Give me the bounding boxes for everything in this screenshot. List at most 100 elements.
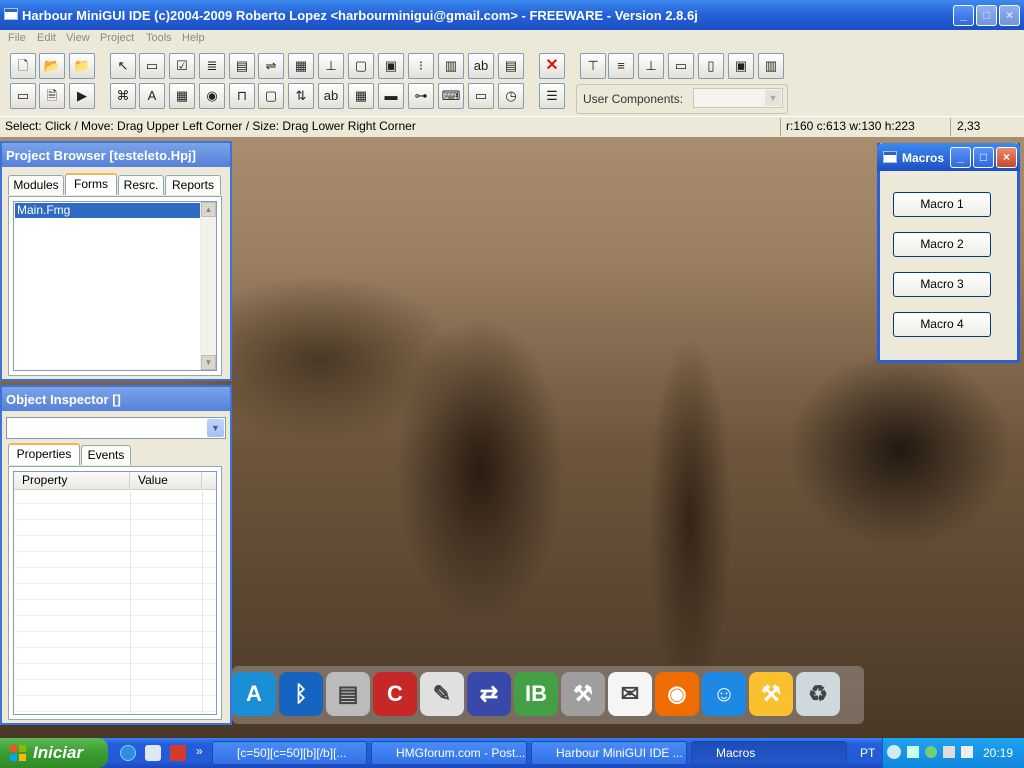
calendar-control-icon[interactable]: ▦ [348, 83, 374, 109]
font-icon[interactable]: A [139, 83, 165, 109]
mail-icon[interactable]: ✉ [608, 672, 652, 716]
quicklaunch-chevron[interactable]: » [196, 744, 203, 758]
macro-1-button[interactable]: Macro 1 [893, 192, 991, 217]
chevron-down-icon[interactable]: ▼ [207, 419, 224, 437]
grid-control-icon[interactable]: ▦ [288, 53, 314, 79]
textbox-control-icon[interactable]: ab [468, 53, 494, 79]
column-header-property[interactable]: Property [14, 472, 130, 488]
close-button[interactable]: × [996, 147, 1017, 168]
tab-properties[interactable]: Properties [8, 443, 80, 465]
firefox-icon[interactable]: ◉ [655, 672, 699, 716]
hotkey-control-icon[interactable]: ⌨ [438, 83, 464, 109]
edit-label-icon[interactable]: ab [318, 83, 344, 109]
forms-list-scrollbar[interactable]: ▲ ▼ [200, 202, 216, 370]
project-icon[interactable]: ⌘ [110, 83, 136, 109]
recycle-bin-icon[interactable]: ♻ [796, 672, 840, 716]
menu-view[interactable]: View [66, 32, 90, 44]
tab-events[interactable]: Events [81, 445, 131, 465]
progress-control-icon[interactable]: ▬ [378, 83, 404, 109]
tray-expand-icon[interactable] [887, 745, 901, 759]
menu-file[interactable]: File [8, 32, 26, 44]
object-selector[interactable]: ▼ [6, 417, 226, 439]
open-project-icon[interactable]: 📁 [69, 53, 95, 79]
same-size-icon[interactable]: ▣ [728, 53, 754, 79]
taskbar-item-hmgforum[interactable]: HMGforum.com - Post... [371, 741, 527, 765]
align-bottom-icon[interactable]: ⊥ [638, 53, 664, 79]
checkbox-control-icon[interactable]: ☑ [169, 53, 195, 79]
chevron-down-icon[interactable]: ▼ [765, 90, 781, 106]
macro-3-button[interactable]: Macro 3 [893, 272, 991, 297]
scroll-up-icon[interactable]: ▲ [201, 202, 216, 217]
forms-list[interactable]: Main.Fmg ▲ ▼ [13, 201, 217, 371]
open-folder-icon[interactable]: 📂 [39, 53, 65, 79]
scroll-down-icon[interactable]: ▼ [201, 355, 216, 370]
user-components-combo[interactable]: ▼ [693, 88, 783, 108]
new-file-icon[interactable]: 🗋 [10, 53, 36, 79]
date-control-icon[interactable]: ⇌ [258, 53, 284, 79]
text-editor-icon[interactable]: ✎ [420, 672, 464, 716]
combo-control-icon[interactable]: ▤ [229, 53, 255, 79]
arch-linux-icon[interactable]: A [232, 672, 276, 716]
table-icon[interactable]: ▦ [169, 83, 195, 109]
panel-control-icon[interactable]: ▭ [468, 83, 494, 109]
desktop-icon[interactable] [145, 745, 161, 761]
frame-control-icon[interactable]: ▢ [348, 53, 374, 79]
delete-icon[interactable]: ✕ [539, 53, 565, 79]
volume-tray-icon[interactable] [943, 746, 955, 758]
language-indicator[interactable]: PT [860, 746, 875, 760]
messenger-tray-icon[interactable] [925, 746, 937, 758]
tab-control-icon[interactable]: ⊓ [229, 83, 255, 109]
ib-icon[interactable]: IB [514, 672, 558, 716]
image-control-icon[interactable]: ▣ [378, 53, 404, 79]
list-control-icon[interactable]: ≣ [199, 53, 225, 79]
list-order-icon[interactable]: ☰ [539, 83, 565, 109]
taskbar-item-forum-editor[interactable]: [c=50][c=50][b][/b][... [212, 741, 367, 765]
ccleaner-icon[interactable]: C [373, 672, 417, 716]
list-item[interactable]: Main.Fmg [15, 203, 201, 218]
slider-control-icon[interactable]: ⊶ [408, 83, 434, 109]
same-width-icon[interactable]: ▭ [668, 53, 694, 79]
menu-tools[interactable]: Tools [146, 32, 172, 44]
notepad-icon[interactable]: ▤ [326, 672, 370, 716]
taskbar-item-macros[interactable]: Macros [691, 741, 847, 765]
label-control-icon[interactable]: ⊥ [318, 53, 344, 79]
page-icon[interactable]: ▢ [258, 83, 284, 109]
minimize-button[interactable]: _ [950, 147, 971, 168]
align-center-icon[interactable]: ≡ [608, 53, 634, 79]
close-button[interactable]: × [999, 5, 1020, 26]
tab-reports[interactable]: Reports [165, 175, 221, 195]
device-tray-icon[interactable] [961, 746, 973, 758]
network-tray-icon[interactable] [907, 746, 919, 758]
app-quicklaunch-icon[interactable] [170, 745, 186, 761]
report-icon[interactable]: 🗎 [39, 83, 65, 109]
macro-2-button[interactable]: Macro 2 [893, 232, 991, 257]
menu-edit[interactable]: Edit [37, 32, 56, 44]
network-icon[interactable]: ⇄ [467, 672, 511, 716]
start-button[interactable]: Iniciar [0, 738, 108, 768]
button-control-icon[interactable]: ▭ [139, 53, 165, 79]
browse-control-icon[interactable]: ▥ [438, 53, 464, 79]
menu-help[interactable]: Help [182, 32, 205, 44]
hammer-icon[interactable]: ⚒ [749, 672, 793, 716]
property-grid[interactable]: Property Value [13, 471, 217, 715]
radio-control-icon[interactable]: ◉ [199, 83, 225, 109]
timer-control-icon[interactable]: ◷ [498, 83, 524, 109]
align-top-icon[interactable]: ⊤ [580, 53, 606, 79]
tree-control-icon[interactable]: ⁝ [408, 53, 434, 79]
tools-icon[interactable]: ⚒ [561, 672, 605, 716]
spinner-control-icon[interactable]: ⇅ [288, 83, 314, 109]
macro-4-button[interactable]: Macro 4 [893, 312, 991, 337]
run-icon[interactable]: ▶ [69, 83, 95, 109]
column-header-value[interactable]: Value [130, 472, 202, 488]
tab-forms[interactable]: Forms [65, 173, 117, 195]
order-icon[interactable]: ▥ [758, 53, 784, 79]
maximize-button[interactable]: □ [973, 147, 994, 168]
editbox-control-icon[interactable]: ▤ [498, 53, 524, 79]
menu-project[interactable]: Project [100, 32, 134, 44]
tab-modules[interactable]: Modules [8, 175, 64, 195]
minimize-button[interactable]: _ [953, 5, 974, 26]
messenger-icon[interactable]: ☺ [702, 672, 746, 716]
pointer-icon[interactable]: ↖ [110, 53, 136, 79]
taskbar-item-minigui-ide[interactable]: Harbour MiniGUI IDE ... [531, 741, 687, 765]
tab-resources[interactable]: Resrc. [118, 175, 164, 195]
